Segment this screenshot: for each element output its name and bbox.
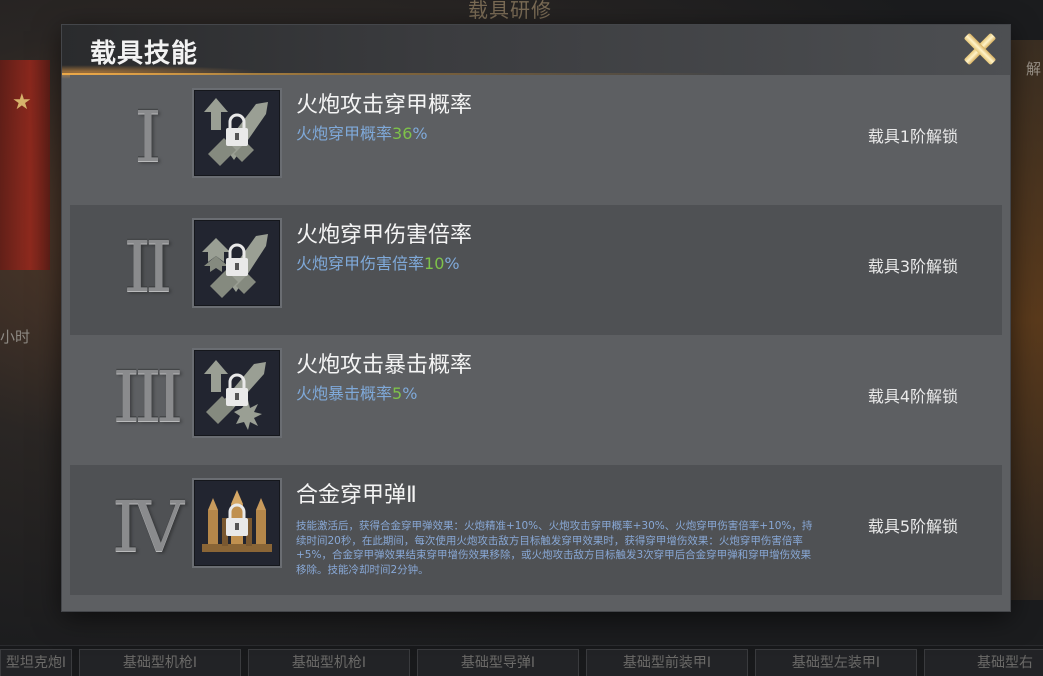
bottom-tab[interactable]: 基础型机枪I — [79, 649, 241, 676]
tier-numeral: III — [112, 356, 184, 438]
desc-label: 火炮暴击概率 — [296, 384, 393, 403]
background-side-label: 解 — [1025, 60, 1041, 78]
vehicle-skills-dialog: 载具技能 I 火炮攻击穿甲概率 火炮穿甲概率36% 载具1阶解锁 II 火炮穿甲… — [62, 25, 1010, 611]
background-side-panel — [1009, 40, 1043, 600]
bottom-tab[interactable]: 基础型右 — [924, 649, 1043, 676]
skill-row-4[interactable]: IV 合金穿甲弹Ⅱ 技能激活后，获得合金穿甲弹效果：火炮精准+10%、火炮攻击穿… — [70, 465, 1002, 595]
skill-row-2[interactable]: II 火炮穿甲伤害倍率 火炮穿甲伤害倍率10% 载具3阶解锁 — [70, 205, 1002, 335]
desc-value: 36 — [392, 124, 413, 143]
desc-label: 火炮穿甲伤害倍率 — [296, 254, 425, 273]
desc-value: 5 — [392, 384, 403, 403]
skill-list: I 火炮攻击穿甲概率 火炮穿甲概率36% 载具1阶解锁 II 火炮穿甲伤害倍率 … — [70, 75, 1002, 595]
unlock-requirement: 载具1阶解锁 — [867, 127, 958, 146]
star-emblem-icon: ★ — [12, 90, 32, 115]
skill-name: 火炮攻击穿甲概率 — [296, 93, 473, 118]
desc-label: 火炮穿甲概率 — [296, 124, 393, 143]
skill-name: 合金穿甲弹Ⅱ — [296, 483, 417, 508]
unlock-requirement: 载具3阶解锁 — [867, 257, 958, 276]
bottom-tab[interactable]: 基础型机枪I — [248, 649, 410, 676]
bottom-tab[interactable]: 型坦克炮I — [0, 649, 72, 676]
background-hour-label: 小时 — [0, 328, 31, 346]
skill-name: 火炮攻击暴击概率 — [296, 353, 473, 378]
skill-desc: 火炮穿甲概率36% — [296, 120, 428, 144]
skill-desc: 火炮穿甲伤害倍率10% — [296, 250, 460, 274]
close-x-icon[interactable] — [962, 31, 996, 65]
bottom-tab[interactable]: 基础型前装甲I — [586, 649, 748, 676]
tier-numeral: IV — [111, 486, 184, 568]
background-title: 载具研修 — [468, 0, 552, 22]
bottom-tab-bar: 型坦克炮I 基础型机枪I 基础型机枪I 基础型导弹I 基础型前装甲I 基础型左装… — [0, 645, 1043, 676]
desc-unit: % — [444, 254, 460, 273]
desc-unit: % — [402, 384, 418, 403]
bottom-tab[interactable]: 基础型导弹I — [417, 649, 579, 676]
alloy-shell-icon — [192, 478, 282, 568]
skill-row-3[interactable]: III 火炮攻击暴击概率 火炮暴击概率5% 载具4阶解锁 — [70, 335, 1002, 465]
unlock-requirement: 载具4阶解锁 — [867, 387, 958, 406]
cannon-pierce-damage-icon — [192, 218, 282, 308]
skill-long-desc: 技能激活后，获得合金穿甲弹效果：火炮精准+10%、火炮攻击穿甲概率+30%、火炮… — [296, 520, 813, 576]
skill-desc: 火炮暴击概率5% — [296, 380, 417, 404]
desc-unit: % — [412, 124, 428, 143]
bottom-tab[interactable]: 基础型左装甲I — [755, 649, 917, 676]
cannon-armor-pierce-up-icon — [192, 88, 282, 178]
desc-value: 10 — [424, 254, 445, 273]
skill-row-1[interactable]: I 火炮攻击穿甲概率 火炮穿甲概率36% 载具1阶解锁 — [70, 75, 1002, 205]
tier-numeral: I — [134, 96, 162, 178]
unlock-requirement: 载具5阶解锁 — [867, 517, 958, 536]
cannon-critical-up-icon — [192, 348, 282, 438]
tier-numeral: II — [123, 226, 172, 308]
skill-name: 火炮穿甲伤害倍率 — [296, 223, 473, 248]
